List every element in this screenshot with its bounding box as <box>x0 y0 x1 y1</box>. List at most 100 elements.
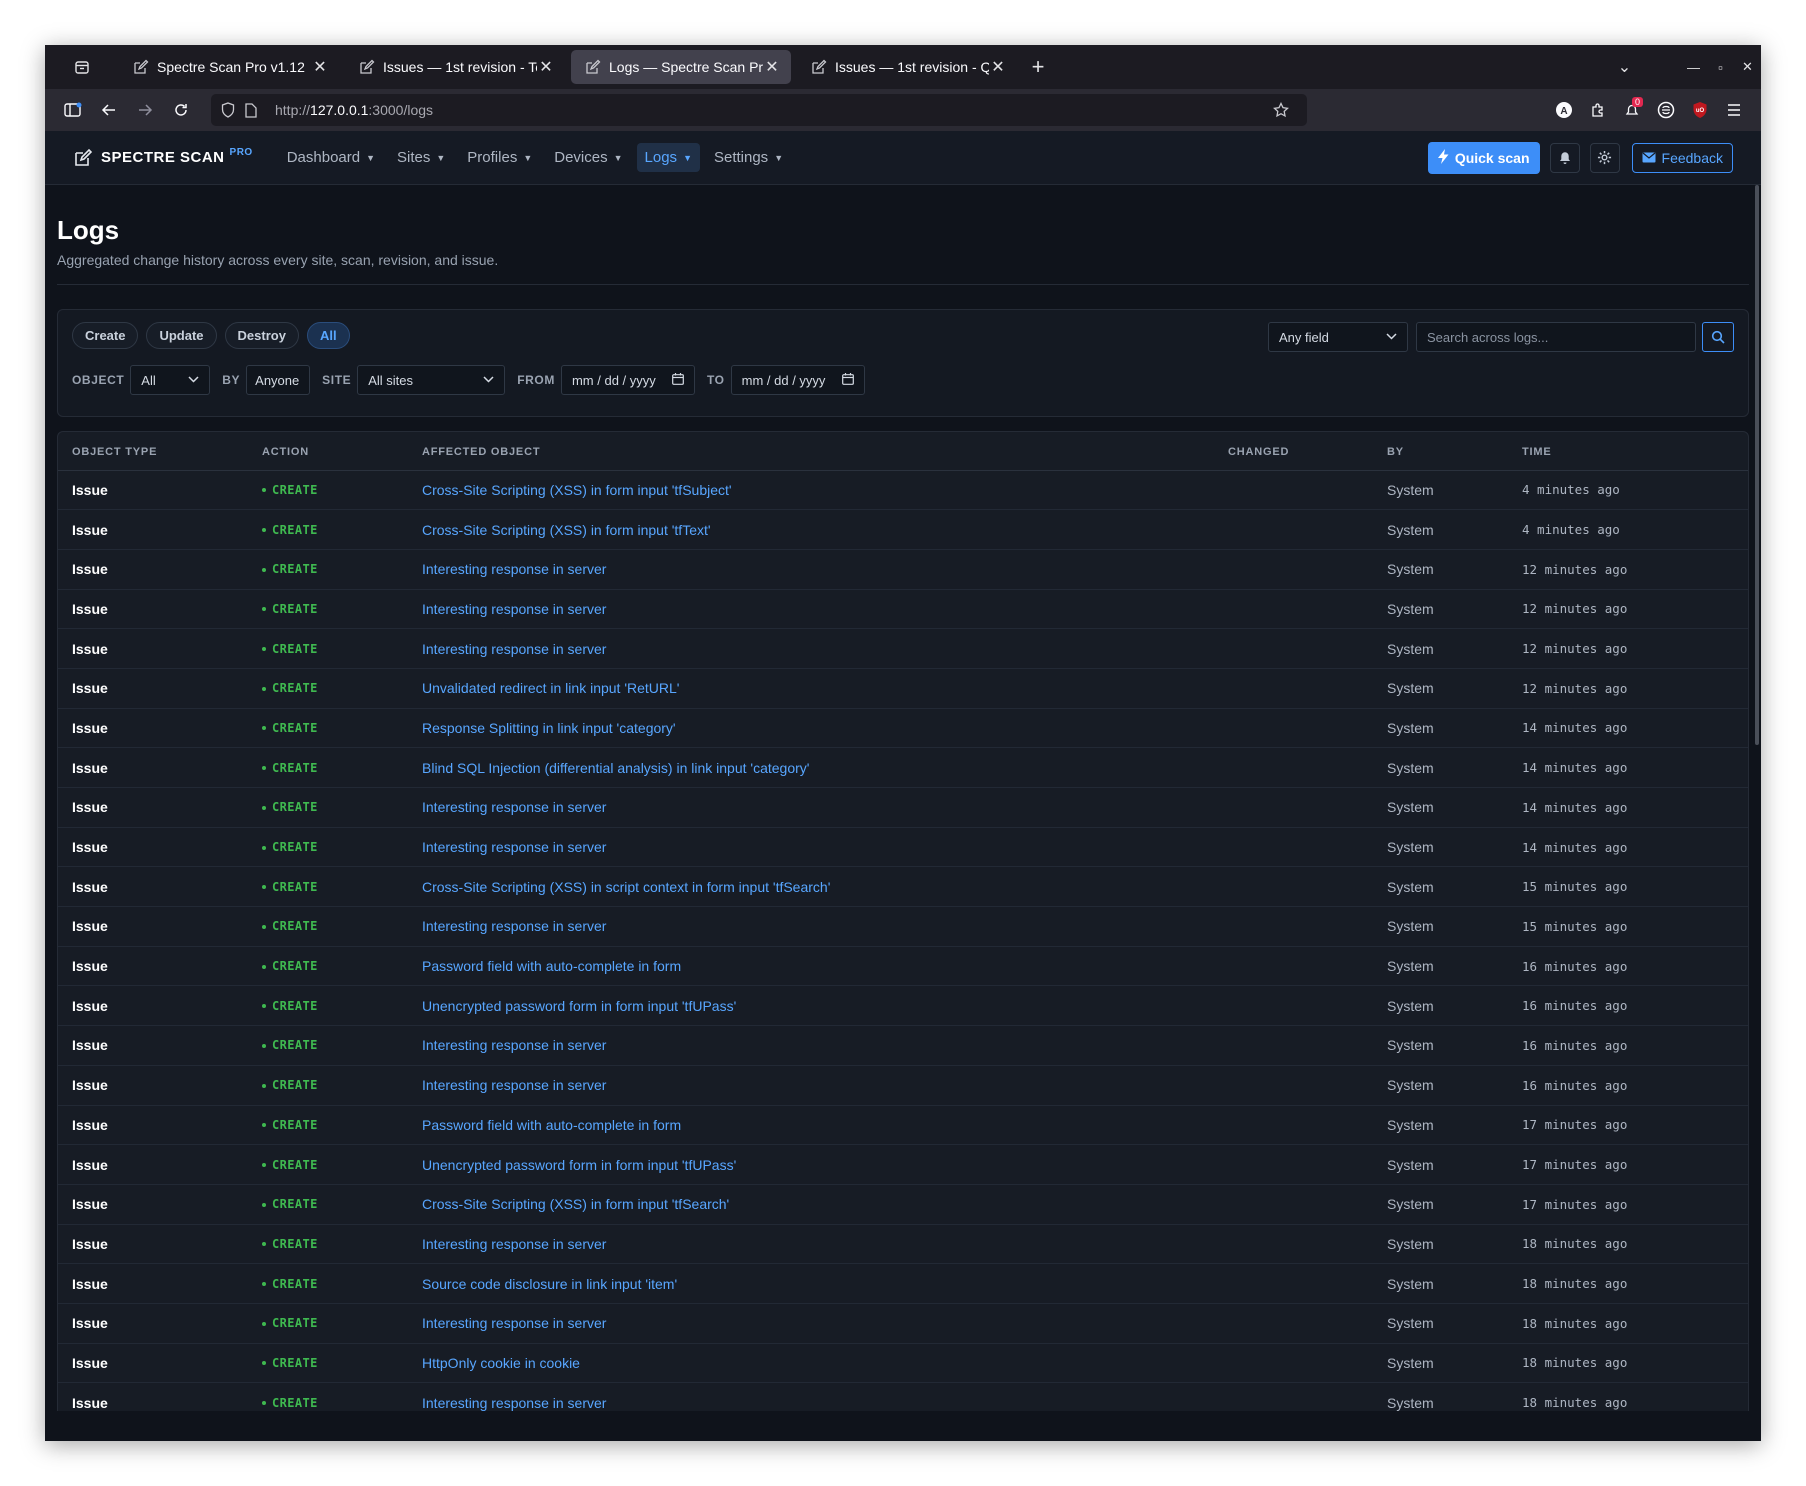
affected-object-link[interactable]: Source code disclosure in link input 'it… <box>408 1263 1214 1304</box>
table-row: Issue CREATE Cross-Site Scripting (XSS) in… <box>58 1184 1748 1225</box>
affected-object-link[interactable]: Interesting response in server <box>408 1065 1214 1106</box>
time-cell: 18 minutes ago <box>1508 1303 1748 1344</box>
page-title: Logs <box>57 215 120 245</box>
from-date-input[interactable]: mm / dd / yyyy <box>560 365 695 395</box>
search-input[interactable]: Search across logs... <box>1416 322 1696 352</box>
notifications-bell-button[interactable] <box>1549 142 1580 173</box>
time-cell: 17 minutes ago <box>1508 1105 1748 1146</box>
action-label: CREATE <box>272 1276 318 1291</box>
by-filter-label: BY <box>222 373 241 387</box>
menu-item-label: Profiles <box>467 149 518 166</box>
back-arrow-icon[interactable] <box>91 94 127 126</box>
minimize-icon[interactable]: — <box>1680 60 1707 75</box>
close-window-icon[interactable]: ✕ <box>1734 59 1761 75</box>
object-type-cell: Issue <box>58 866 248 908</box>
extensions-puzzle-icon[interactable] <box>1581 94 1615 126</box>
affected-object-link[interactable]: Interesting response in server <box>408 628 1214 669</box>
time-cell: 16 minutes ago <box>1508 946 1748 987</box>
affected-object-link[interactable]: Response Splitting in link input 'catego… <box>408 708 1214 749</box>
shield-icon[interactable] <box>221 102 245 118</box>
status-dot-icon <box>262 766 266 771</box>
browser-tab[interactable]: Issues — 1st revision - Test ✕ <box>345 50 565 84</box>
affected-object-link[interactable]: Cross-Site Scripting (XSS) in script con… <box>408 866 1214 908</box>
maximize-icon[interactable]: ▫ <box>1707 60 1734 75</box>
quick-scan-button[interactable]: Quick scan <box>1427 141 1540 174</box>
reload-icon[interactable] <box>163 94 199 126</box>
page-scrollbar[interactable] <box>1755 185 1759 745</box>
filter-pill-destroy[interactable]: Destroy <box>224 322 299 349</box>
close-tab-icon[interactable]: ✕ <box>763 57 781 77</box>
app-menu-icon[interactable] <box>1717 94 1751 126</box>
svg-text:uO: uO <box>1696 108 1705 114</box>
affected-object-link[interactable]: Blind SQL Injection (differential analys… <box>408 747 1214 788</box>
ublock-icon[interactable]: uO <box>1683 94 1717 126</box>
search-button[interactable] <box>1702 322 1734 352</box>
affected-object-link[interactable]: Interesting response in server <box>408 1224 1214 1265</box>
menu-item-sites[interactable]: Sites ▼ <box>389 143 453 172</box>
logs-table-container: OBJECT TYPE ACTION AFFECTED OBJECT CHANG… <box>57 431 1749 1424</box>
by-select[interactable]: Anyone <box>246 365 311 395</box>
menu-item-devices[interactable]: Devices ▼ <box>546 143 630 172</box>
affected-object-link[interactable]: Interesting response in server <box>408 589 1214 630</box>
site-select[interactable]: All sites <box>357 365 506 395</box>
affected-object-link[interactable]: Cross-Site Scripting (XSS) in form input… <box>408 509 1214 550</box>
affected-object-link[interactable]: Interesting response in server <box>408 787 1214 828</box>
affected-object-link[interactable]: Interesting response in server <box>408 1025 1214 1066</box>
table-row: Issue CREATE Cross-Site Scripting (XSS) in… <box>58 866 1748 908</box>
close-tab-icon[interactable]: ✕ <box>537 57 555 77</box>
close-tab-icon[interactable]: ✕ <box>989 57 1007 77</box>
changed-cell <box>1214 708 1373 749</box>
action-cell: CREATE <box>248 827 408 868</box>
affected-object-link[interactable]: Cross-Site Scripting (XSS) in form input… <box>408 470 1214 511</box>
table-row: Issue CREATE Unvalidated redirect in link … <box>58 668 1748 709</box>
affected-object-link[interactable]: Interesting response in server <box>408 827 1214 868</box>
forward-arrow-icon[interactable] <box>127 94 163 126</box>
filter-pill-all[interactable]: All <box>306 322 350 349</box>
time-cell: 14 minutes ago <box>1508 708 1748 749</box>
tab-title: Spectre Scan Pro v1.12 <box>157 59 305 75</box>
filter-pill-create[interactable]: Create <box>72 322 139 349</box>
table-row: Issue CREATE Password field with auto-comp… <box>58 946 1748 987</box>
field-select[interactable]: Any field <box>1268 322 1408 352</box>
affected-object-link[interactable]: Password field with auto-complete in for… <box>408 1105 1214 1146</box>
brand-logo[interactable]: SPECTRE SCAN PRO <box>73 147 253 168</box>
filter-pill-update[interactable]: Update <box>146 322 217 349</box>
affected-object-link[interactable]: Interesting response in server <box>408 1303 1214 1344</box>
browser-tab[interactable]: Issues — 1st revision - Quic✕ <box>797 50 1017 84</box>
to-date-input[interactable]: mm / dd / yyyy <box>730 365 865 395</box>
close-tab-icon[interactable]: ✕ <box>311 57 329 77</box>
sidebar-toggle-icon[interactable] <box>55 94 91 126</box>
chevron-down-icon <box>483 375 494 386</box>
feedback-button[interactable]: Feedback <box>1631 142 1733 173</box>
new-tab-button[interactable]: + <box>1023 54 1053 80</box>
affected-object-link[interactable]: Interesting response in server <box>408 906 1214 947</box>
notification-extension-icon[interactable]: 0 <box>1615 94 1649 126</box>
browser-tab[interactable]: Logs — Spectre Scan Pro v✕ <box>571 50 791 84</box>
affected-object-link[interactable]: Cross-Site Scripting (XSS) in form input… <box>408 1184 1214 1225</box>
address-bar[interactable]: http://127.0.0.1:3000/logs <box>211 94 1307 126</box>
affected-object-link[interactable]: Password field with auto-complete in for… <box>408 946 1214 987</box>
status-dot-icon <box>262 845 266 850</box>
menu-item-dashboard[interactable]: Dashboard ▼ <box>279 143 383 172</box>
menu-item-logs[interactable]: Logs ▼ <box>636 143 700 172</box>
affected-object-link[interactable]: Unencrypted password form in form input … <box>408 985 1214 1027</box>
calendar-icon[interactable] <box>672 372 684 388</box>
theme-toggle-button[interactable] <box>1589 142 1620 173</box>
menu-item-profiles[interactable]: Profiles ▼ <box>459 143 540 172</box>
tab-list-chevron-icon[interactable]: ⌄ <box>1611 57 1638 77</box>
tab-overview-icon[interactable] <box>45 59 119 75</box>
affected-object-link[interactable]: Interesting response in server <box>408 549 1214 590</box>
affected-object-link[interactable]: Unvalidated redirect in link input 'RetU… <box>408 668 1214 709</box>
object-select[interactable]: All <box>130 365 211 395</box>
action-cell: CREATE <box>248 1184 408 1225</box>
affected-object-link[interactable]: Unencrypted password form in form input … <box>408 1144 1214 1185</box>
sync-extension-icon[interactable] <box>1649 94 1683 126</box>
calendar-icon[interactable] <box>841 372 854 388</box>
account-icon[interactable]: A <box>1547 94 1581 126</box>
browser-tab[interactable]: Spectre Scan Pro v1.12 ✕ <box>119 50 339 84</box>
menu-item-settings[interactable]: Settings ▼ <box>706 143 791 172</box>
changed-cell <box>1214 985 1373 1027</box>
affected-object-link[interactable]: HttpOnly cookie in cookie <box>408 1343 1214 1384</box>
action-cell: CREATE <box>248 470 408 511</box>
bookmark-star-icon[interactable] <box>1273 102 1297 118</box>
